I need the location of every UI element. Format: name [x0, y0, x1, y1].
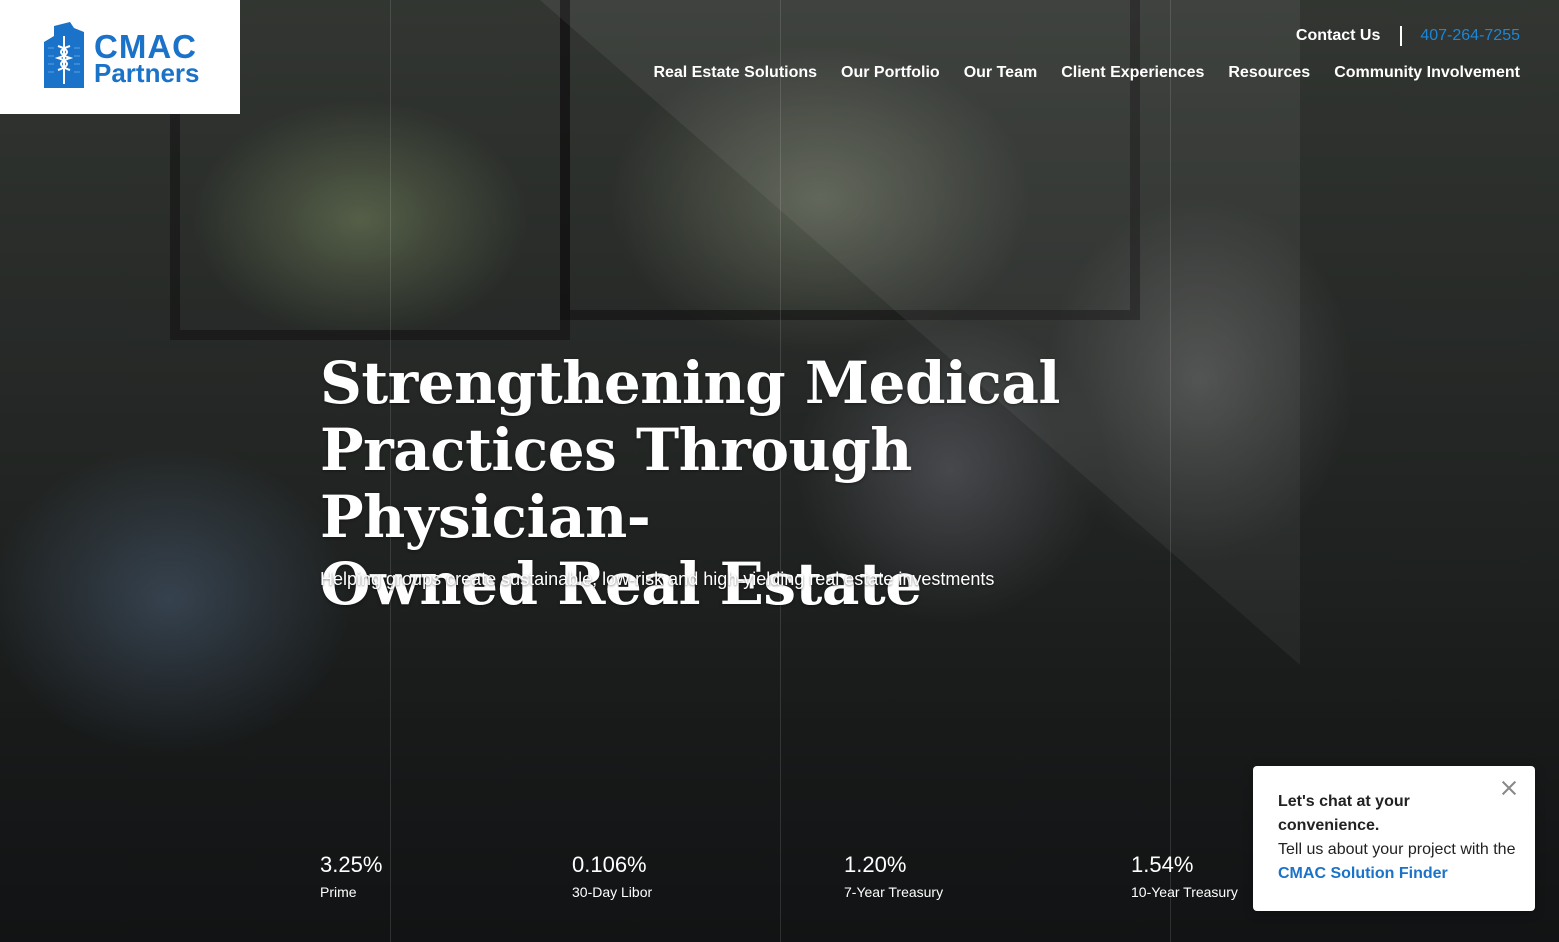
divider — [1400, 26, 1403, 46]
rate-value: 1.54% — [1131, 852, 1194, 877]
phone-link[interactable]: 407-264-7255 — [1420, 27, 1520, 45]
rate-label: 7-Year Treasury — [844, 884, 944, 900]
rate-label: Prime — [320, 884, 357, 900]
rate-value: 1.20% — [844, 852, 907, 877]
rate-7yr-treasury: 1.20% 7-Year Treasury — [844, 852, 943, 900]
nav-real-estate-solutions[interactable]: Real Estate Solutions — [653, 64, 817, 82]
solution-finder-link[interactable]: CMAC Solution Finder — [1278, 865, 1448, 882]
hero-subtitle: Helping groups create sustainable, low-r… — [320, 569, 995, 589]
logo-wordmark: CMAC Partners — [94, 28, 200, 88]
headline-line: Strengthening Medical — [320, 349, 1060, 417]
chat-body-text: Tell us about your project with the — [1278, 841, 1516, 858]
rate-10yr-treasury: 1.54% 10-Year Treasury — [1131, 852, 1238, 900]
nav-community-involvement[interactable]: Community Involvement — [1334, 64, 1520, 82]
nav-our-portfolio[interactable]: Our Portfolio — [841, 64, 940, 82]
nav-resources[interactable]: Resources — [1228, 64, 1310, 82]
chat-title: Let's chat at your convenience. — [1278, 793, 1410, 834]
nav-client-experiences[interactable]: Client Experiences — [1061, 64, 1204, 82]
logo-line2: Partners — [94, 58, 200, 88]
main-nav: Real Estate Solutions Our Portfolio Our … — [653, 64, 1520, 82]
chat-popup: Let's chat at your convenience. Tell us … — [1253, 766, 1535, 911]
rate-value: 3.25% — [320, 852, 383, 877]
contact-us-link[interactable]: Contact Us — [1296, 27, 1380, 45]
close-icon[interactable] — [1499, 778, 1519, 798]
logo-line1: CMAC — [94, 28, 197, 65]
chat-body: Tell us about your project with the CMAC… — [1278, 838, 1523, 886]
rate-label: 10-Year Treasury — [1131, 884, 1238, 900]
building-caduceus-icon — [44, 22, 84, 88]
top-utility-bar: Contact Us 407-264-7255 — [1296, 24, 1520, 48]
logo[interactable]: CMAC Partners — [0, 0, 240, 114]
rate-value: 0.106% — [572, 852, 647, 877]
nav-our-team[interactable]: Our Team — [964, 64, 1038, 82]
rate-libor: 0.106% 30-Day Libor — [572, 852, 652, 900]
headline-line: Practices Through Physician- — [320, 416, 912, 551]
rate-label: 30-Day Libor — [572, 884, 653, 900]
rate-prime: 3.25% Prime — [320, 852, 382, 900]
